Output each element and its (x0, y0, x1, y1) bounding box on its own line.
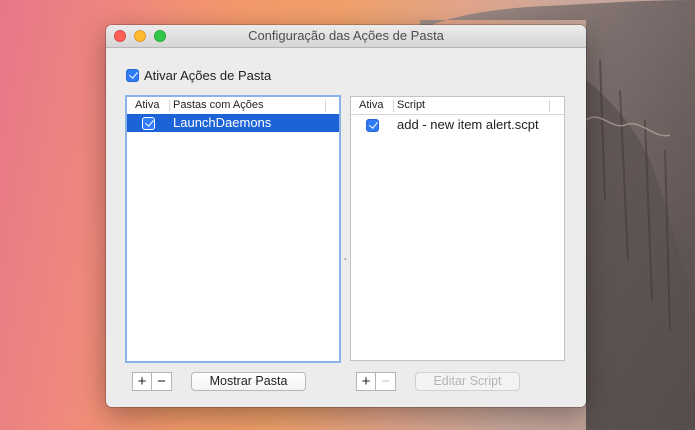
scripts-column-active[interactable]: Ativa (359, 97, 383, 114)
column-divider (325, 100, 326, 112)
folders-add-remove-group: + − (132, 372, 172, 391)
table-row[interactable]: add - new item alert.scpt (351, 116, 564, 134)
scripts-add-remove-group: + − (356, 372, 396, 391)
title-bar: Configuração das Ações de Pasta (106, 25, 586, 48)
column-divider (393, 100, 394, 112)
add-script-button[interactable]: + (356, 372, 376, 391)
folders-table-header: Ativa Pastas com Ações (127, 97, 339, 115)
show-folder-button[interactable]: Mostrar Pasta (191, 372, 306, 391)
table-row[interactable]: LaunchDaemons (127, 114, 339, 132)
row-active-checkbox[interactable] (142, 116, 155, 130)
folders-column-name[interactable]: Pastas com Ações (173, 97, 264, 114)
folder-name: LaunchDaemons (173, 115, 272, 130)
folder-actions-window: Configuração das Ações de Pasta Ativar A… (106, 25, 586, 407)
scripts-table-header: Ativa Script (351, 97, 564, 115)
add-folder-button[interactable]: + (132, 372, 152, 391)
scripts-column-name[interactable]: Script (397, 97, 425, 114)
splitter-grip-icon (344, 258, 347, 260)
scripts-table[interactable]: Ativa Script add - new item alert.scpt (350, 96, 565, 361)
enable-folder-actions-label: Ativar Ações de Pasta (144, 67, 272, 83)
split-view-divider[interactable] (344, 249, 347, 260)
script-name: add - new item alert.scpt (397, 117, 539, 132)
column-divider (549, 100, 550, 112)
folders-table[interactable]: Ativa Pastas com Ações LaunchDaemons (125, 95, 341, 363)
checkbox-check-icon[interactable] (126, 68, 139, 82)
remove-script-button[interactable]: − (376, 372, 396, 391)
column-divider (169, 100, 170, 112)
folders-column-active[interactable]: Ativa (135, 97, 159, 114)
window-title: Configuração das Ações de Pasta (248, 28, 444, 43)
remove-folder-button[interactable]: − (152, 372, 172, 391)
row-active-checkbox[interactable] (366, 118, 379, 132)
edit-script-button[interactable]: Editar Script (415, 372, 520, 391)
enable-folder-actions-checkbox[interactable]: Ativar Ações de Pasta (126, 67, 271, 83)
